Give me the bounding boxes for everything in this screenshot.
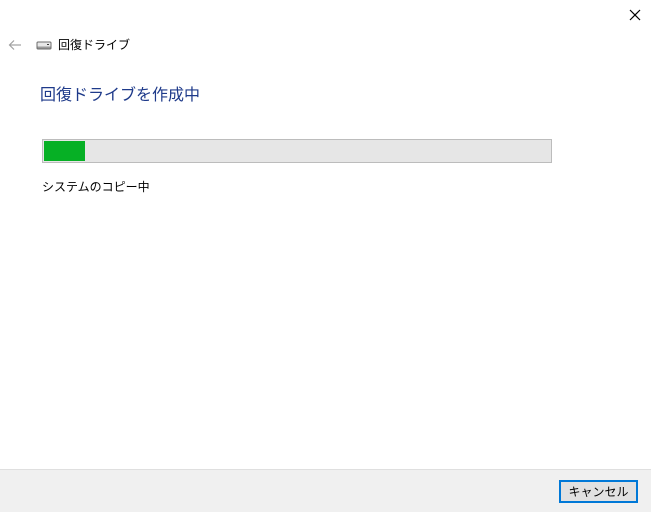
window-title: 回復ドライブ xyxy=(58,38,131,52)
progress-fill xyxy=(44,141,85,161)
close-button[interactable] xyxy=(620,2,650,28)
drive-icon xyxy=(36,41,52,50)
progress-bar xyxy=(42,139,552,163)
close-icon xyxy=(629,9,641,21)
back-arrow-icon xyxy=(8,40,21,50)
recovery-drive-window: 回復ドライブ 回復ドライブを作成中 システムのコピー中 キャンセル xyxy=(0,0,651,512)
cancel-button[interactable]: キャンセル xyxy=(559,480,638,503)
back-button[interactable] xyxy=(6,33,24,57)
status-text: システムのコピー中 xyxy=(42,180,150,194)
footer-bar: キャンセル xyxy=(0,469,651,512)
page-heading: 回復ドライブを作成中 xyxy=(40,85,201,104)
